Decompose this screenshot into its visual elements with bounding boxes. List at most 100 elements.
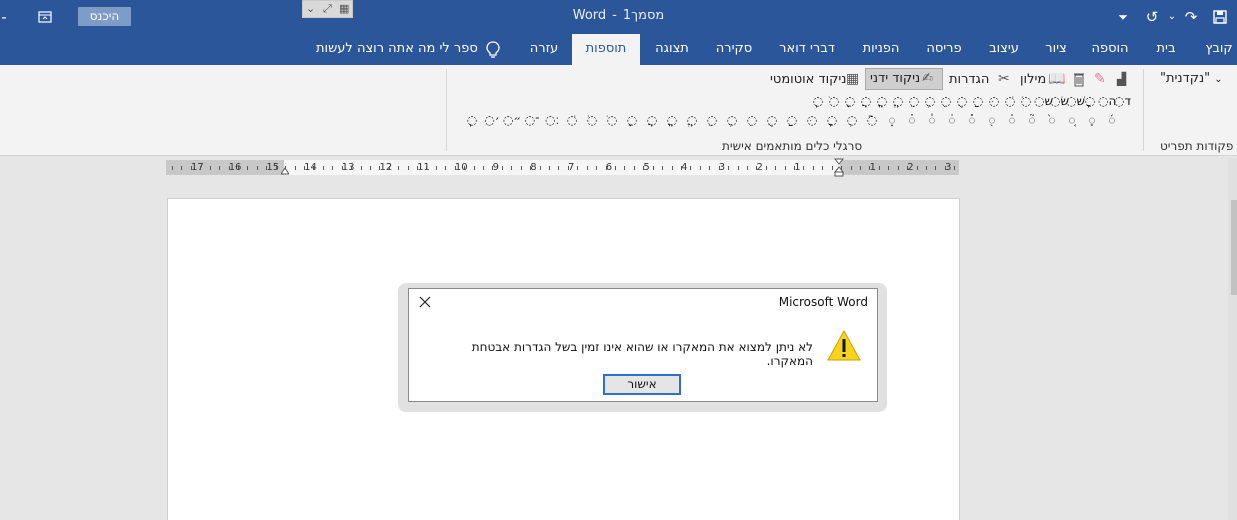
nikud-symbol-button[interactable]: ◌ׇ <box>1082 94 1098 108</box>
tab-review[interactable]: סקירה <box>709 34 759 65</box>
tab-mailings[interactable]: דברי דואר <box>774 34 840 65</box>
tab-home[interactable]: בית <box>1150 34 1182 65</box>
nikud-symbol-button[interactable]: ◌֖ <box>982 113 1002 127</box>
nikud-symbol-button[interactable]: ◌ֶ <box>722 113 742 127</box>
close-icon[interactable] <box>417 294 433 310</box>
trash-icon[interactable] <box>1073 70 1085 88</box>
nikud-symbol-button[interactable]: ◌֑ <box>882 113 902 127</box>
tell-me-search[interactable]: ספר לי מה אתה רוצה לעשות <box>316 34 478 65</box>
nikud-symbol-button[interactable]: ◌ד <box>1114 94 1131 108</box>
minimize-icon[interactable]: - <box>0 6 8 28</box>
nikud-symbol-button[interactable]: ◌ֱ <box>890 94 906 108</box>
ruler-tick <box>813 166 814 170</box>
tab-help[interactable]: עזרה <box>524 34 564 65</box>
nikud-symbol-button[interactable]: ◌ֹ <box>826 94 842 108</box>
nikud-symbol-button[interactable]: ◌ׁ <box>562 113 582 127</box>
nikud-symbol-button[interactable]: ◌ֱ <box>682 113 702 127</box>
nikud-symbol-button[interactable]: ◌׃ <box>542 113 562 127</box>
tab-view[interactable]: תצוגה <box>651 34 693 65</box>
nikud-symbol-button[interactable]: ◌֛ <box>1082 113 1102 127</box>
tab-layout[interactable]: פריסה <box>922 34 966 65</box>
nikud-symbol-button[interactable]: ◌ֽ <box>810 94 826 108</box>
nikud-symbol-button[interactable]: ◌ֳ <box>874 94 890 108</box>
ruler-number: 14 <box>304 162 317 173</box>
nikud-symbol-button[interactable]: ◌ּ <box>986 94 1002 108</box>
dictionary-icon[interactable]: 📖 <box>1048 70 1065 88</box>
chevron-down-icon[interactable]: ⌄ <box>306 1 315 17</box>
nikud-symbol-button[interactable]: ◌״ <box>502 113 522 127</box>
nikud-symbol-button[interactable]: ◌ֵ <box>702 113 722 127</box>
nikud-symbol-button[interactable]: ◌שׂ <box>1050 94 1069 108</box>
nikud-symbol-button[interactable]: ◌ׂ <box>1018 94 1034 108</box>
ruler-tick <box>172 166 173 170</box>
nikud-symbol-button[interactable]: ◌֜ <box>1102 113 1122 127</box>
nikud-symbol-button[interactable]: ◌ֳ <box>662 113 682 127</box>
nikud-symbol-button[interactable]: ◌ֽ <box>462 113 482 127</box>
tab-design[interactable]: עיצוב <box>984 34 1024 65</box>
nikud-symbol-button[interactable]: ◌ׂ <box>582 113 602 127</box>
nikud-symbol-button[interactable]: ◌ֻ <box>762 113 782 127</box>
right-indent-marker-icon[interactable] <box>281 166 289 175</box>
scrollbar-thumb[interactable] <box>1231 200 1237 295</box>
nikud-symbol-button[interactable]: ◌׳ <box>482 113 502 127</box>
indent-marker-icon[interactable] <box>834 158 844 178</box>
nikud-symbol-button[interactable]: ◌֔ <box>942 113 962 127</box>
nikud-symbol-button[interactable]: ◌ִ <box>938 94 954 108</box>
nikud-symbol-button[interactable]: ◌ֵ <box>906 94 922 108</box>
horizontal-ruler[interactable]: 17 16 15 14 13 12 11 10 9 8 7 6 5 4 3 2 1 1 2 3 <box>166 158 959 178</box>
nikud-symbol-button[interactable]: ◌֓ <box>922 113 942 127</box>
nikud-symbol-button[interactable]: ◌ֿ <box>862 113 882 127</box>
tab-draw[interactable]: ציור <box>1040 34 1072 65</box>
auto-nikud-button[interactable]: ניקוד אוטומטי <box>770 72 846 87</box>
nikud-symbol-button[interactable]: ◌ַ <box>782 113 802 127</box>
nikud-symbol-button[interactable]: ◌֙ <box>1042 113 1062 127</box>
nikud-symbol-button[interactable]: ◌ׇ <box>822 113 842 127</box>
nikud-symbol-button[interactable]: ◌ּ <box>802 113 822 127</box>
custom-toolbars-label: סרגלי כלים מותאמים אישית <box>722 139 863 153</box>
nikud-symbol-button[interactable]: ◌ִ <box>742 113 762 127</box>
ruler-number: 10 <box>454 162 468 173</box>
nikud-symbol-button[interactable]: ◌ש <box>1034 94 1053 108</box>
nikud-symbol-button[interactable]: ◌ְ <box>842 113 862 127</box>
nikud-symbol-button[interactable]: ◌ֲ <box>642 113 662 127</box>
ok-button[interactable]: אישור <box>603 374 681 395</box>
grid-icon[interactable]: ▦ <box>339 1 349 17</box>
nikud-symbol-button[interactable]: ◌֘ <box>1022 113 1042 127</box>
font-dropdown[interactable]: "נקדנית" ⌄ <box>1160 71 1223 86</box>
settings-tools-icon[interactable]: ✂ <box>998 70 1010 88</box>
nikud-symbol-button[interactable]: ◌ה <box>1098 94 1116 108</box>
tab-insert[interactable]: הוספה <box>1087 34 1133 65</box>
nikud-symbol-button[interactable]: ◌ָ <box>622 113 642 127</box>
ruler-number: 16 <box>228 162 242 173</box>
nikud-symbol-button[interactable]: ◌֕ <box>962 113 982 127</box>
nikud-symbol-button[interactable]: ◌ֻ <box>954 94 970 108</box>
nikud-symbol-button[interactable]: ◌ׁ <box>1002 94 1018 108</box>
manual-nikud-button[interactable]: ✍ ניקוד ידני <box>865 68 943 90</box>
nikud-symbol-button[interactable]: ◌ֶ <box>922 94 938 108</box>
nikud-symbol-button[interactable]: ◌שׁ <box>1066 94 1085 108</box>
expand-icon[interactable]: ⤢ <box>323 1 332 17</box>
calculator-icon[interactable]: ▦ <box>846 70 859 88</box>
eraser-icon[interactable]: ✎ <box>1094 70 1106 88</box>
nikud-symbol-button[interactable]: ◌ַ <box>970 94 986 108</box>
document-name: מסמך1 <box>622 8 665 23</box>
tab-file[interactable]: קובץ <box>1201 34 1237 65</box>
ruler-tick <box>417 166 418 170</box>
nikud-symbol-button[interactable]: ◌֒ <box>902 113 922 127</box>
settings-button[interactable]: הגדרות <box>949 72 989 87</box>
ribbon-display-options-icon[interactable] <box>36 6 54 28</box>
nikud-symbol-button[interactable]: ◌֚ <box>1062 113 1082 127</box>
tab-addins[interactable]: תוספות <box>572 34 640 65</box>
font-size-icon[interactable]: ▟ <box>1117 70 1126 88</box>
nikud-symbol-button[interactable]: ◌ָ <box>842 94 858 108</box>
ruler-number: 1 <box>869 162 876 173</box>
nikud-symbol-button[interactable]: ◌ֲ <box>858 94 874 108</box>
nikud-symbol-button[interactable]: ◌֗ <box>1002 113 1022 127</box>
nikud-symbol-button[interactable]: ◌־ <box>522 113 542 127</box>
ruler-tick <box>917 166 918 170</box>
nikud-row-2: ◌ֽ ◌׳ ◌״ ◌־ ◌׃ ◌ׁ ◌ׂ ◌ֹ ◌ָ ◌ֲ ◌ֳ ◌ֱ ◌ֵ ◌ֶ ◌ִ ◌ֻ ◌ַ ◌ּ ◌ׇ ◌ְ… <box>462 113 1122 127</box>
nikud-symbol-button[interactable]: ◌ֹ <box>602 113 622 127</box>
tab-references[interactable]: הפניות <box>856 34 906 65</box>
dictionary-button[interactable]: מילון <box>1020 72 1046 87</box>
signin-button[interactable]: היכנס <box>78 7 131 26</box>
